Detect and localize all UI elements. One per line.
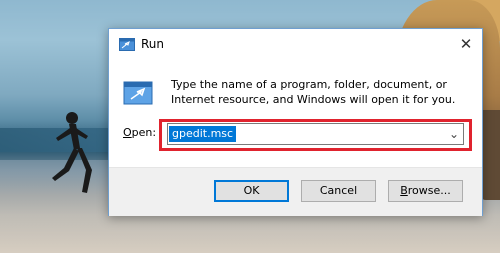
close-icon: ✕	[459, 35, 473, 53]
run-icon	[119, 38, 135, 51]
open-label-mnemonic: O	[123, 126, 132, 139]
run-program-icon	[123, 81, 153, 105]
open-label: Open:	[123, 126, 156, 139]
dialog-description: Type the name of a program, folder, docu…	[171, 78, 456, 106]
run-dialog: Run ✕ Type the name of a program, folder…	[108, 28, 483, 216]
open-label-text: pen:	[131, 126, 157, 139]
open-input[interactable]: gpedit.msc	[169, 126, 237, 142]
title-bar[interactable]: Run ✕	[109, 29, 482, 59]
browse-mnemonic: B	[400, 184, 408, 197]
browse-button[interactable]: Browse...	[388, 180, 463, 202]
open-combobox[interactable]: gpedit.msc ⌄	[167, 123, 464, 145]
dialog-footer: OK Cancel Browse...	[109, 167, 482, 216]
chevron-down-icon[interactable]: ⌄	[449, 125, 459, 143]
ok-button[interactable]: OK	[214, 180, 289, 202]
dialog-title: Run	[141, 37, 165, 51]
runner-silhouette	[52, 112, 92, 193]
close-button[interactable]: ✕	[458, 36, 474, 52]
cancel-button[interactable]: Cancel	[301, 180, 376, 202]
browse-label: rowse...	[407, 184, 451, 197]
